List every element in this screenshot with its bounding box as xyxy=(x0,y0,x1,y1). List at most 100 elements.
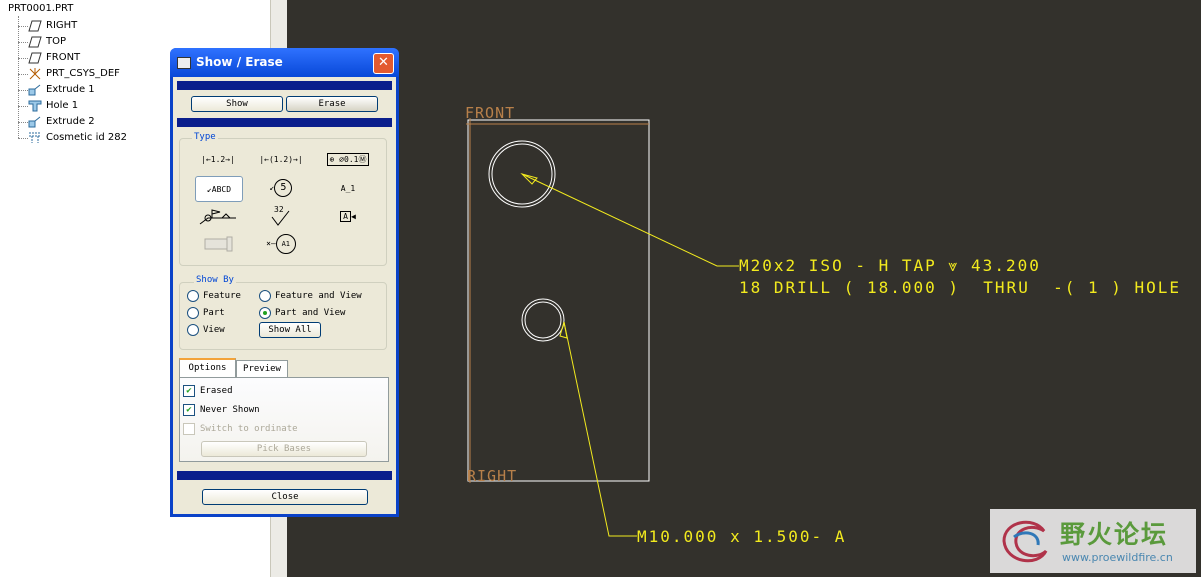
checkbox-box xyxy=(183,423,195,435)
watermark-url: www.proewildfire.cn xyxy=(1062,551,1173,564)
datum-target-type-button[interactable]: ×— A1 xyxy=(258,232,304,256)
separator-bar xyxy=(177,118,392,127)
tree-item-top[interactable]: TOP xyxy=(28,34,66,49)
radio-button[interactable] xyxy=(259,290,271,302)
datum-type-button[interactable]: A ◀ xyxy=(325,204,371,228)
tree-item-label: Hole 1 xyxy=(46,100,79,111)
hole-note-leader xyxy=(521,173,739,267)
tree-connector xyxy=(18,16,19,138)
checkbox-label: Erased xyxy=(200,386,233,396)
radio-part[interactable]: Part xyxy=(187,307,225,319)
pick-bases-button[interactable]: Pick Bases xyxy=(201,441,367,457)
datum-plane-icon xyxy=(28,20,42,31)
hole-note-line-2[interactable]: 18 DRILL ( 18.000 ) THRU -( 1 ) HOLE xyxy=(739,278,1181,297)
watermark-name: 野火论坛 xyxy=(1060,520,1169,549)
radio-button[interactable] xyxy=(187,307,199,319)
never-shown-checkbox[interactable]: ✔ Never Shown xyxy=(183,404,260,416)
cosmetic-feature-type-button[interactable] xyxy=(195,232,241,256)
tree-item-cosmetic[interactable]: Cosmetic id 282 xyxy=(28,130,127,145)
csys-icon xyxy=(29,67,41,79)
tab-options[interactable]: Options xyxy=(179,358,236,378)
tree-tick xyxy=(18,122,28,123)
switch-to-ordinate-checkbox[interactable]: Switch to ordinate xyxy=(183,423,298,435)
tab-preview[interactable]: Preview xyxy=(236,360,288,378)
radio-view[interactable]: View xyxy=(187,324,225,336)
note-icon: ↙ABCD xyxy=(206,184,232,194)
tree-item-label: FRONT xyxy=(46,52,81,63)
watermark: 野火论坛 www.proewildfire.cn xyxy=(990,509,1196,573)
tree-item-label: TOP xyxy=(46,36,67,47)
erased-checkbox[interactable]: ✔ Erased xyxy=(183,385,233,397)
separator-bar xyxy=(177,81,392,90)
tree-item-front[interactable]: FRONT xyxy=(28,50,80,65)
tree-item-extrude-2[interactable]: Extrude 2 xyxy=(28,114,95,129)
show-erase-dialog: Show / Erase ✕ Show Erase Type |←1.2→| |… xyxy=(170,48,399,517)
weld-symbol-type-button[interactable] xyxy=(195,204,241,228)
tree-tick xyxy=(18,58,28,59)
tree-tick xyxy=(18,138,28,139)
thread-note[interactable]: M10.000 x 1.500- A xyxy=(637,527,846,546)
balloon-type-button[interactable]: ↙ 5 xyxy=(258,176,304,200)
cosmetic-feature-icon xyxy=(204,236,233,252)
surface-finish-type-button[interactable]: 32 xyxy=(258,204,304,228)
gtol-type-button[interactable]: ⊕ ⌀0.1Ⓜ xyxy=(325,147,371,171)
datum-plane-icon xyxy=(28,52,42,63)
hole-icon xyxy=(28,100,42,111)
show-button[interactable]: Show xyxy=(191,96,283,112)
tree-item-hole-1[interactable]: Hole 1 xyxy=(28,98,78,113)
close-button[interactable]: Close xyxy=(202,489,368,505)
tree-tick xyxy=(18,26,28,27)
radio-button-selected[interactable] xyxy=(259,307,271,319)
axis-icon: A_1 xyxy=(340,183,356,193)
extrude-icon xyxy=(28,116,41,127)
datum-label-right[interactable]: RIGHT xyxy=(467,467,517,485)
tree-item-label: PRT_CSYS_DEF xyxy=(46,68,120,79)
tree-item-right[interactable]: RIGHT xyxy=(28,18,77,33)
radio-button[interactable] xyxy=(187,324,199,336)
axis-type-button[interactable]: A_1 xyxy=(325,176,371,200)
tree-item-label: Extrude 1 xyxy=(46,84,95,95)
dialog-title: Show / Erase xyxy=(196,55,283,69)
checkbox-label: Switch to ordinate xyxy=(200,424,298,434)
thread-hole-inner xyxy=(524,301,562,339)
radio-part-and-view[interactable]: Part and View xyxy=(259,307,345,319)
datum-label-front[interactable]: FRONT xyxy=(465,104,515,122)
note-type-button[interactable]: ↙ABCD xyxy=(195,176,243,202)
tree-tick xyxy=(18,106,28,107)
show-all-button[interactable]: Show All xyxy=(259,322,321,338)
hole-note-line-1[interactable]: M20x2 ISO - H TAP ⩔ 43.200 xyxy=(739,256,1041,276)
tree-tick xyxy=(18,42,28,43)
erase-button[interactable]: Erase xyxy=(286,96,378,112)
cosmetic-thread-icon xyxy=(29,132,41,143)
extrude-icon xyxy=(28,84,41,95)
graphics-window[interactable]: FRONT RIGHT M20x2 ISO - H TAP ⩔ 43.200 1… xyxy=(287,0,1201,577)
ref-dimension-icon: |←(1.2)→| xyxy=(259,154,303,164)
ref-dimension-type-button[interactable]: |←(1.2)→| xyxy=(258,147,304,171)
tree-tick xyxy=(18,90,28,91)
separator-bar xyxy=(177,471,392,480)
showby-group-label: Show By xyxy=(194,275,236,285)
close-icon[interactable]: ✕ xyxy=(373,53,394,74)
tree-root[interactable]: PRT0001.PRT xyxy=(8,3,73,14)
radio-label: View xyxy=(203,325,225,335)
type-group-label: Type xyxy=(192,132,218,142)
datum-icon: A ◀ xyxy=(340,210,356,222)
part-outline xyxy=(467,119,650,482)
radio-label: Part xyxy=(203,308,225,318)
datum-target-icon: ×— A1 xyxy=(266,234,296,254)
surface-finish-icon: 32 xyxy=(269,205,293,227)
dialog-titlebar[interactable]: Show / Erase ✕ xyxy=(170,48,399,77)
tree-item-csys[interactable]: PRT_CSYS_DEF xyxy=(28,66,120,81)
window-icon xyxy=(177,57,191,69)
tree-item-label: RIGHT xyxy=(46,20,78,31)
radio-button[interactable] xyxy=(187,290,199,302)
checkbox-label: Never Shown xyxy=(200,405,260,415)
radio-feature[interactable]: Feature xyxy=(187,290,241,302)
dimension-type-button[interactable]: |←1.2→| xyxy=(195,147,241,171)
balloon-icon: ↙ 5 xyxy=(270,179,293,197)
radio-feature-and-view[interactable]: Feature and View xyxy=(259,290,362,302)
tree-item-label: Extrude 2 xyxy=(46,116,95,127)
tree-item-extrude-1[interactable]: Extrude 1 xyxy=(28,82,95,97)
datum-plane-icon xyxy=(28,36,42,47)
watermark-logo-icon xyxy=(1002,520,1048,563)
